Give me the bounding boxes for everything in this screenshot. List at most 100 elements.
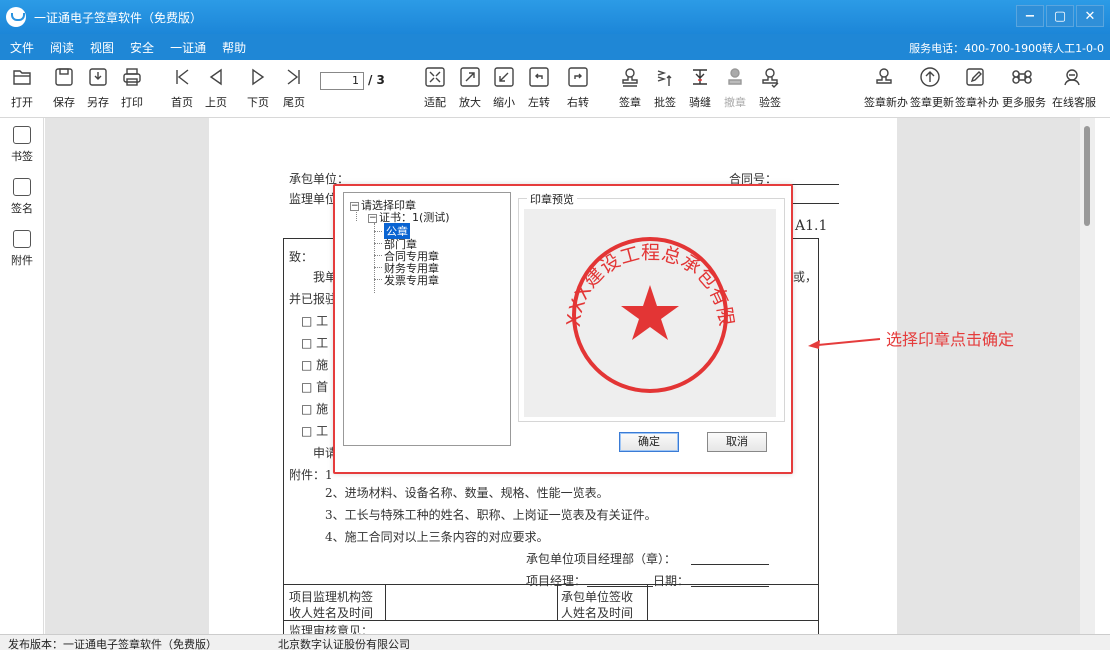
doc-checkbox: □ 施	[301, 402, 329, 416]
reissue-cert-label: 签章补办	[955, 96, 999, 109]
next-page-label: 下页	[247, 96, 269, 109]
online-support-label: 在线客服	[1052, 96, 1096, 109]
app-title: 一证通电子签章软件（免费版）	[34, 10, 203, 25]
minimize-button[interactable]: −	[1016, 5, 1044, 27]
scroll-thumb[interactable]	[1084, 126, 1090, 226]
rotate-left-button[interactable]: 左转	[519, 66, 559, 110]
doc-checkbox: □ 工	[301, 336, 329, 350]
annotation-arrow-icon	[808, 338, 881, 349]
doc-body2: 并已报驻	[289, 292, 338, 306]
attachment-panel-button[interactable]: 附件	[0, 230, 44, 268]
signature-panel-button[interactable]: 签名	[0, 178, 44, 216]
sign-button[interactable]: 签章	[610, 66, 650, 110]
status-company: 北京数字认证股份有限公司	[278, 638, 410, 650]
seal-image: 北京XXX建设工程总承包有限公司	[514, 192, 737, 393]
zoom-out-button[interactable]: 缩小	[484, 66, 524, 110]
maximize-button[interactable]: ▢	[1046, 5, 1074, 27]
toolbar: 打开 保存 另存 打印 首页 上页 下页 尾页 1 / 3 适配 放大 缩小 左…	[0, 60, 1110, 118]
verify-label: 验签	[759, 96, 781, 109]
revoke-stamp-icon	[724, 66, 746, 88]
revoke-button[interactable]: 撤章	[715, 66, 755, 110]
page-total: / 3	[368, 73, 385, 87]
folder-icon	[11, 66, 33, 88]
support-icon	[1061, 66, 1083, 88]
close-button[interactable]: ✕	[1076, 5, 1104, 27]
bookmark-panel-button[interactable]: 书签	[0, 126, 44, 164]
rotate-right-icon	[567, 66, 589, 88]
doc-attach-2: 2、进场材料、设备名称、数量、规格、性能一览表。	[325, 486, 609, 500]
last-page-button[interactable]: 尾页	[274, 66, 314, 110]
collapse-icon[interactable]: −	[368, 213, 377, 223]
menu-help[interactable]: 帮助	[222, 39, 246, 56]
tree-line	[374, 231, 382, 232]
verify-button[interactable]: 验签	[750, 66, 790, 110]
bookmark-label: 书签	[11, 150, 33, 163]
reissue-cert-button[interactable]: 签章补办	[955, 66, 999, 110]
doc-sup-sign: 项目监理机构签	[289, 590, 374, 604]
menu-view[interactable]: 视图	[90, 39, 114, 56]
save-as-icon	[87, 66, 109, 88]
open-button[interactable]: 打开	[2, 66, 42, 110]
table-border	[385, 584, 386, 620]
first-page-icon	[171, 66, 193, 88]
doc-attach-3: 3、工长与特殊工种的姓名、职称、上岗证一览表及有关证件。	[325, 508, 657, 522]
doc-supervisor: 监理单位	[289, 192, 338, 206]
seal-select-dialog: − 请选择印章 − 证书：1(测试) 公章 部门章 合同专用章 财务专用章 发票专用…	[333, 184, 793, 474]
doc-checkbox: □ 工	[301, 424, 329, 438]
attachment-label: 附件	[11, 254, 33, 267]
online-support-button[interactable]: 在线客服	[1052, 66, 1096, 110]
collapse-icon[interactable]: −	[350, 201, 359, 211]
doc-review: 监理审核意见：	[289, 624, 374, 634]
underline	[587, 586, 653, 587]
doc-form-code: A1.1	[795, 218, 828, 234]
status-version: 发布版本：一证通电子签章软件（免费版）	[8, 638, 217, 650]
table-border	[283, 584, 819, 585]
table-border	[283, 238, 284, 634]
window-controls: − ▢ ✕	[1016, 5, 1104, 27]
seam-sign-button[interactable]: 骑缝	[680, 66, 720, 110]
print-button[interactable]: 打印	[112, 66, 152, 110]
next-page-icon	[247, 66, 269, 88]
ok-button[interactable]: 确定	[619, 432, 679, 452]
cancel-button[interactable]: 取消	[707, 432, 767, 452]
verify-stamp-icon	[759, 66, 781, 88]
update-cert-label: 签章更新	[910, 96, 954, 109]
signature-label: 签名	[11, 202, 33, 215]
batch-stamp-icon	[654, 66, 676, 88]
doc-pm: 项目经理：	[526, 574, 587, 588]
more-services-button[interactable]: 更多服务	[1002, 66, 1046, 110]
menu-yizhengtong[interactable]: 一证通	[170, 39, 206, 56]
rotate-left-label: 左转	[528, 96, 550, 109]
last-page-icon	[283, 66, 305, 88]
fit-label: 适配	[424, 96, 446, 109]
menu-file[interactable]: 文件	[10, 39, 34, 56]
update-cert-button[interactable]: 签章更新	[910, 66, 954, 110]
menu-read[interactable]: 阅读	[50, 39, 74, 56]
next-page-button[interactable]: 下页	[238, 66, 278, 110]
print-label: 打印	[121, 96, 143, 109]
page-number-input[interactable]: 1	[320, 72, 364, 90]
new-cert-button[interactable]: 签章新办	[864, 66, 908, 110]
seal-preview: 北京XXX建设工程总承包有限公司	[514, 192, 776, 417]
attachment-icon	[13, 230, 31, 248]
batch-sign-button[interactable]: 批签	[645, 66, 685, 110]
edit-icon	[964, 66, 986, 88]
doc-attach-4: 4、施工合同对以上三条内容的对应要求。	[325, 530, 549, 544]
more-services-label: 更多服务	[1002, 96, 1046, 109]
rotate-right-button[interactable]: 右转	[558, 66, 598, 110]
seam-stamp-icon	[689, 66, 711, 88]
app-logo-icon	[6, 7, 26, 27]
tree-line	[374, 223, 375, 293]
left-panel: 书签 签名 附件	[0, 118, 44, 634]
menu-security[interactable]: 安全	[130, 39, 154, 56]
vertical-scrollbar[interactable]	[1080, 118, 1095, 634]
tree-line	[374, 255, 382, 256]
seal-option-invoice[interactable]: 发票专用章	[384, 272, 439, 288]
zoom-out-icon	[493, 66, 515, 88]
prev-page-button[interactable]: 上页	[196, 66, 236, 110]
fit-button[interactable]: 适配	[415, 66, 455, 110]
prev-page-label: 上页	[205, 96, 227, 109]
doc-checkbox: □ 首	[301, 380, 329, 394]
menu-bar: 文件 阅读 视图 安全 一证通 帮助 服务电话：400-700-1900转人工1…	[0, 34, 1110, 60]
printer-icon	[121, 66, 143, 88]
